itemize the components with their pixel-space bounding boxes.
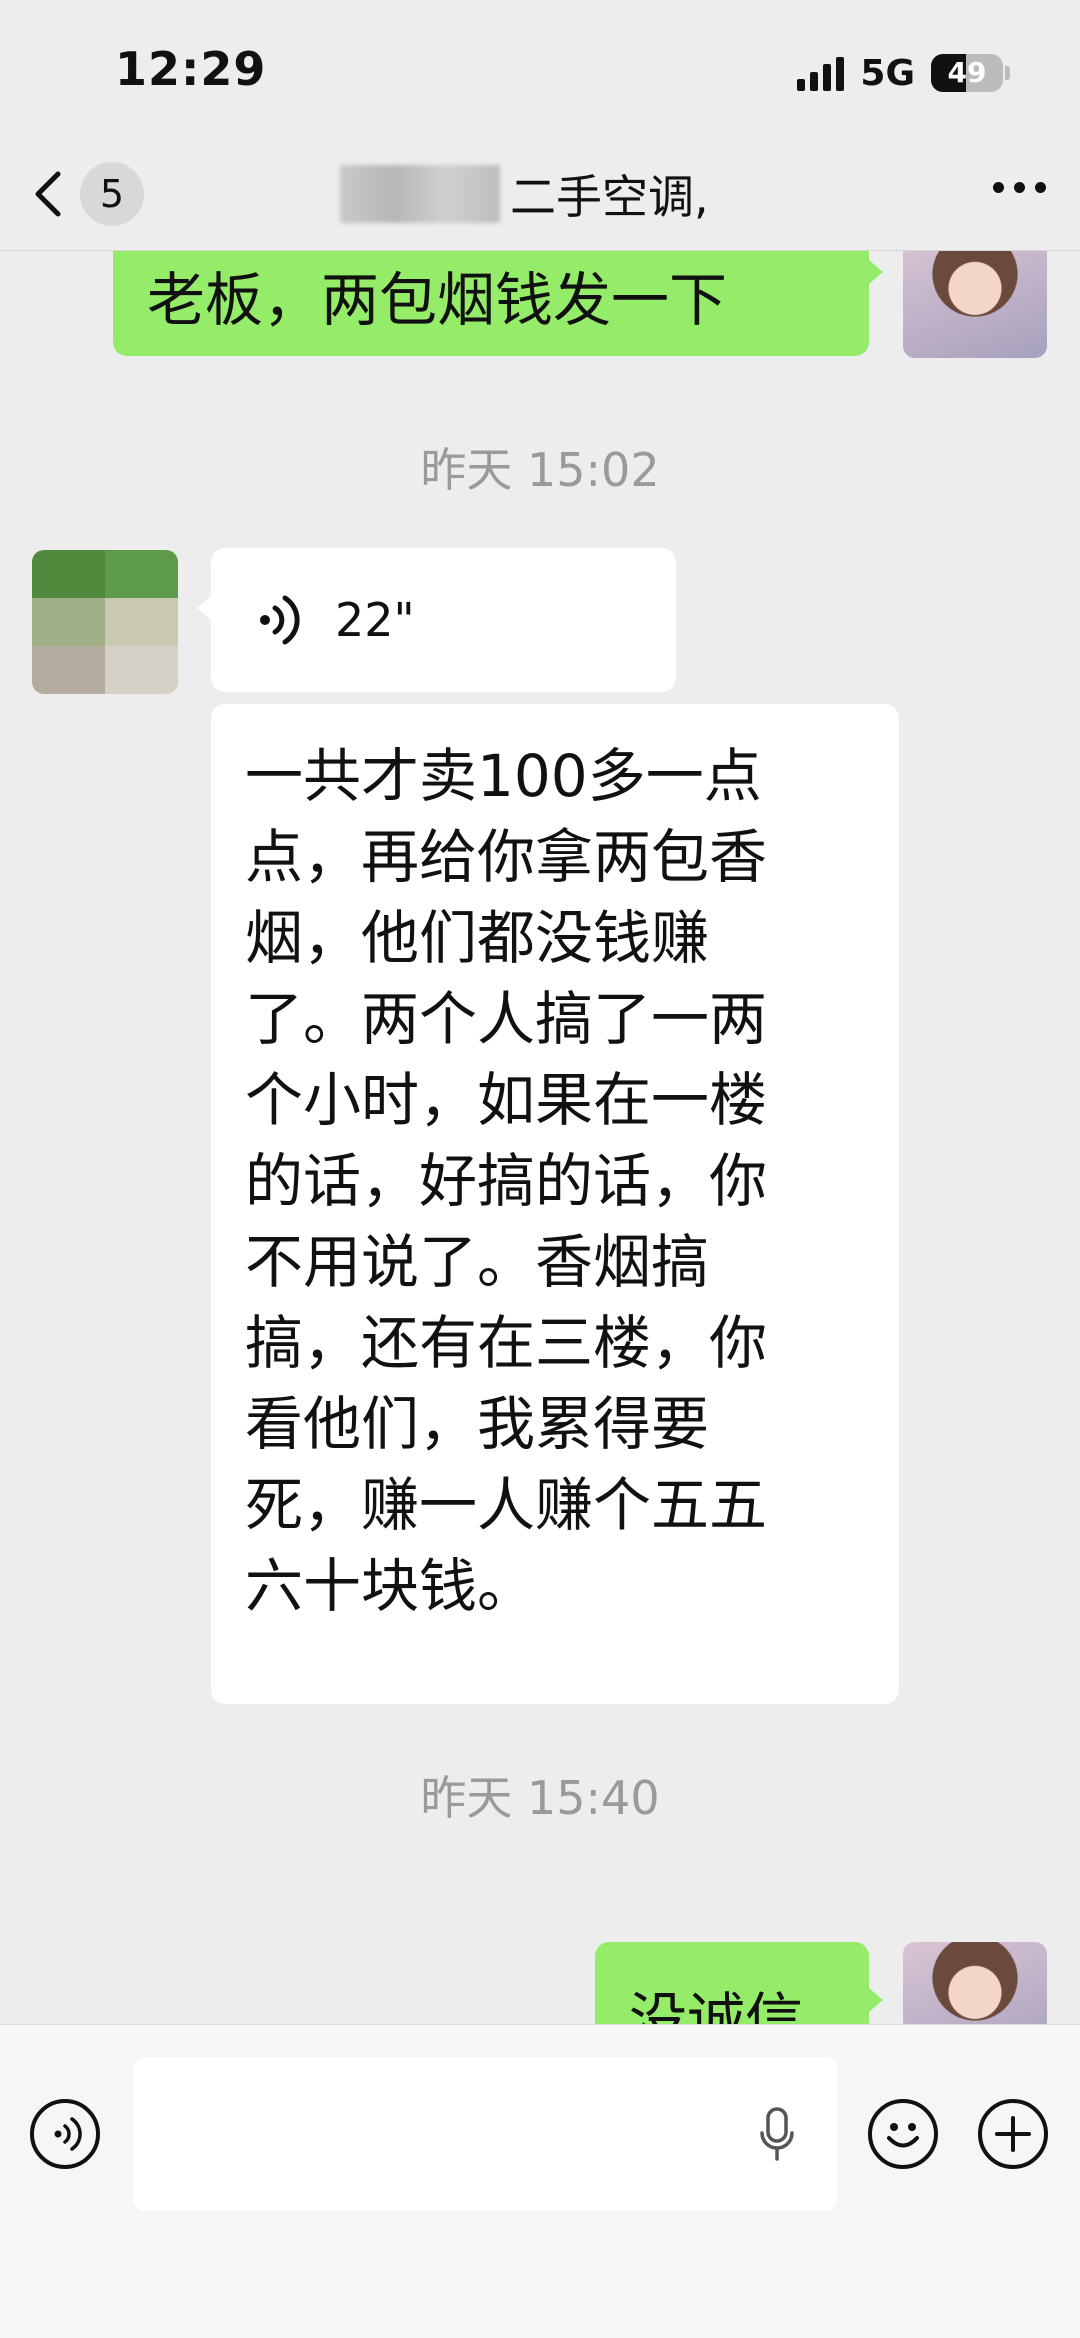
input-toolbar <box>0 2024 1080 2338</box>
contact-avatar[interactable] <box>32 550 178 694</box>
chat-title[interactable]: 二手空调, <box>340 162 709 226</box>
microphone-icon[interactable] <box>757 2105 797 2165</box>
timestamp: 昨天 15:40 <box>420 1771 660 1825</box>
more-dots-icon[interactable] <box>993 182 1046 193</box>
network-type: 5G <box>860 52 915 94</box>
timestamp: 昨天 15:02 <box>420 443 660 497</box>
message-line: 的话，好搞的话，你 <box>245 1147 768 1215</box>
unread-count-badge: 5 <box>80 162 144 226</box>
status-indicators: 5G 49 <box>797 50 1010 96</box>
chat-area[interactable]: 老板，两包烟钱发一下 昨天 15:02 22" 一共才卖100多一点 点，再给你拿… <box>0 250 1080 2024</box>
chevron-left-icon <box>35 171 61 217</box>
message-line: 搞，还有在三楼，你 <box>245 1309 768 1377</box>
self-avatar[interactable] <box>903 1942 1047 2024</box>
sent-message-bubble[interactable]: 老板，两包烟钱发一下 <box>113 250 869 356</box>
chat-title-text: 二手空调, <box>510 170 709 224</box>
message-line: 点，再给你拿两包香 <box>245 823 768 891</box>
sent-message-bubble[interactable]: 没诚信 <box>595 1942 869 2024</box>
message-text: 老板，两包烟钱发一下 <box>147 266 728 334</box>
battery-level: 49 <box>947 56 987 89</box>
blurred-name <box>340 165 500 223</box>
bubble-tail <box>869 260 883 284</box>
message-line: 看他们，我累得要 <box>245 1390 710 1458</box>
status-bar: 12:29 5G 49 <box>0 0 1080 140</box>
back-button[interactable]: 5 <box>30 162 144 226</box>
signal-icon <box>797 55 845 91</box>
message-text: 没诚信 <box>629 1986 804 2024</box>
voice-message-bubble[interactable]: 22" <box>211 548 676 692</box>
message-input[interactable] <box>133 2057 837 2211</box>
self-avatar[interactable] <box>903 250 1047 358</box>
plus-circle-icon[interactable] <box>978 2099 1048 2169</box>
message-line: 个小时，如果在一楼 <box>245 1066 768 1134</box>
message-line: 六十块钱。 <box>245 1552 536 1620</box>
message-line: 一共才卖100多一点 <box>245 742 762 810</box>
bubble-tail <box>197 596 211 620</box>
emoji-icon[interactable] <box>868 2099 938 2169</box>
bubble-tail <box>869 1988 883 2012</box>
status-time: 12:29 <box>115 42 267 96</box>
message-line: 了。两个人搞了一两 <box>245 985 768 1053</box>
message-line: 死，赚一人赚个五五 <box>245 1471 768 1539</box>
battery-tip <box>1005 66 1010 80</box>
voice-wave-icon <box>260 595 300 645</box>
chat-header: 5 二手空调, <box>0 140 1080 251</box>
voice-mode-icon[interactable] <box>30 2099 100 2169</box>
battery-icon: 49 <box>931 54 1003 92</box>
message-line: 烟，他们都没钱赚 <box>245 904 710 972</box>
message-line: 不用说了。香烟搞 <box>245 1228 710 1296</box>
received-message-bubble[interactable]: 一共才卖100多一点 点，再给你拿两包香 烟，他们都没钱赚 了。两个人搞了一两 个小时，… <box>211 704 899 1704</box>
voice-duration: 22" <box>335 593 415 647</box>
message-text: 一共才卖100多一点 点，再给你拿两包香 烟，他们都没钱赚 了。两个人搞了一两 个小时，… <box>245 736 767 1627</box>
